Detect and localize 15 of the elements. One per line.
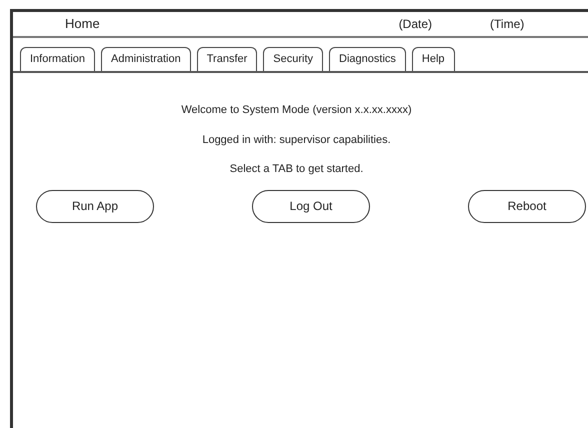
date-label: (Date)	[398, 16, 432, 33]
status-message: Select a TAB to get started.	[230, 162, 364, 177]
tab[interactable]: Transfer	[196, 47, 258, 71]
tab[interactable]: Information	[20, 47, 96, 71]
tab[interactable]: Security	[263, 47, 324, 71]
tab[interactable]: Administration	[101, 47, 191, 71]
tab[interactable]: Diagnostics	[329, 47, 406, 71]
page-title: Home	[65, 15, 100, 34]
status-message: Logged in with: supervisor capabilities.	[202, 132, 391, 148]
action-button[interactable]: Run App	[36, 190, 154, 222]
action-button[interactable]: Reboot	[468, 190, 586, 222]
action-button[interactable]: Log Out	[252, 190, 370, 222]
tab[interactable]: Help	[412, 47, 455, 71]
status-message: Welcome to System Mode (version x.x.xx.xxxx)	[181, 103, 412, 118]
time-label: (Time)	[490, 16, 524, 33]
